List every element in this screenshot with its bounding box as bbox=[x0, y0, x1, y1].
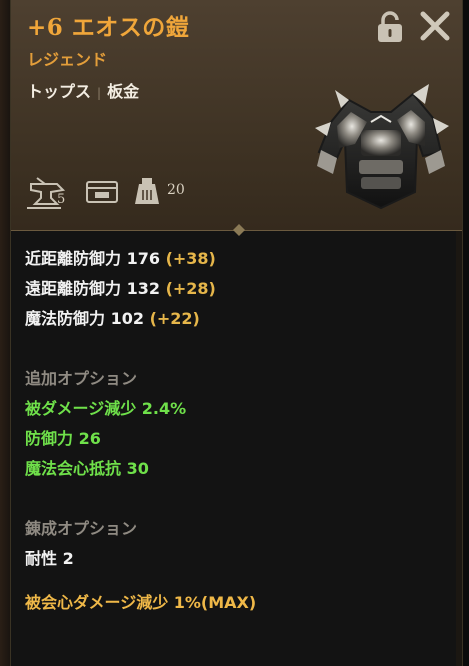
lock-icon[interactable] bbox=[375, 10, 405, 44]
stat-ranged-defense: 遠距離防御力 132 (+28) bbox=[25, 274, 455, 304]
item-attributes-row: 5 20 bbox=[27, 170, 227, 212]
type-separator: | bbox=[97, 86, 102, 100]
item-material: 板金 bbox=[107, 82, 140, 101]
item-header: +6 エオスの鎧 レジェンド トップス | 板金 5 20 bbox=[11, 0, 462, 231]
stat-bonus: (+22) bbox=[149, 309, 200, 328]
refine-options-title: 錬成オプション bbox=[25, 519, 138, 538]
refine-resistance: 耐性 2 bbox=[25, 549, 74, 568]
refine-crit-damage-reduction: 被会心ダメージ減少 1%(MAX) bbox=[25, 593, 257, 612]
item-details: 近距離防御力 176 (+38) 遠距離防御力 132 (+28) 魔法防御力 … bbox=[25, 244, 455, 618]
option-defense: 防御力 26 bbox=[25, 429, 101, 448]
weight-value: 20 bbox=[167, 182, 185, 198]
stat-magic-defense: 魔法防御力 102 (+22) bbox=[25, 304, 455, 334]
stat-bonus: (+28) bbox=[165, 279, 216, 298]
close-icon[interactable] bbox=[419, 10, 451, 42]
item-rarity: レジェンド bbox=[27, 50, 108, 69]
option-magic-crit-resist: 魔法会心抵抗 30 bbox=[25, 459, 149, 478]
weight-icon bbox=[135, 178, 159, 204]
anvil-count: 5 bbox=[57, 192, 66, 207]
divider-ornament bbox=[233, 224, 245, 236]
stat-label: 近距離防御力 176 bbox=[25, 249, 160, 268]
stat-bonus: (+38) bbox=[165, 249, 216, 268]
storage-box-icon bbox=[86, 181, 118, 203]
option-damage-reduction: 被ダメージ減少 2.4% bbox=[25, 399, 187, 418]
stat-melee-defense: 近距離防御力 176 (+38) bbox=[25, 244, 455, 274]
stat-label: 魔法防御力 102 bbox=[25, 309, 144, 328]
item-type-line: トップス | 板金 bbox=[27, 78, 139, 102]
additional-options-title: 追加オプション bbox=[25, 369, 138, 388]
item-title: +6 エオスの鎧 bbox=[27, 14, 190, 41]
item-category: トップス bbox=[27, 82, 92, 101]
armor-image bbox=[315, 84, 449, 210]
stat-label: 遠距離防御力 132 bbox=[25, 279, 160, 298]
background-strip-left bbox=[0, 0, 10, 666]
item-tooltip: +6 エオスの鎧 レジェンド トップス | 板金 5 20 近距離防御力 176… bbox=[10, 0, 463, 666]
